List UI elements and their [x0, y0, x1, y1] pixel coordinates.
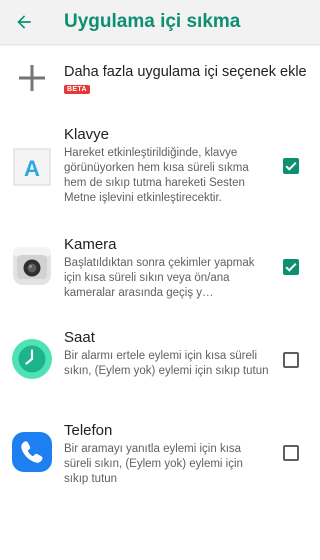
phone-app-icon	[12, 432, 52, 472]
back-button[interactable]	[8, 6, 40, 38]
arrow-left-icon	[17, 15, 31, 29]
checkbox-kamera[interactable]	[283, 259, 299, 275]
checkbox-telefon[interactable]	[283, 445, 299, 461]
app-title: Kamera	[64, 236, 117, 253]
app-title: Saat	[64, 329, 95, 346]
page-title: Uygulama içi sıkma	[64, 11, 241, 32]
add-more-options-row[interactable]: Daha fazla uygulama içi seçenek ekle BET…	[0, 54, 320, 102]
app-description: Bir aramayı yanıtla eylemi için kısa sür…	[64, 443, 243, 485]
beta-badge: BETA	[64, 85, 90, 94]
plus-icon	[19, 65, 45, 91]
check-icon	[285, 161, 297, 171]
app-item-saat[interactable]: Saat Bir alarmı ertele eylemi için kısa …	[0, 329, 320, 401]
checkbox-klavye[interactable]	[283, 158, 299, 174]
keyboard-app-icon: A	[13, 148, 51, 186]
app-item-kamera[interactable]: Kamera Başlatıldıktan sonra çekimler yap…	[0, 236, 320, 316]
app-description: Başlatıldıktan sonra çekimler yapmak içi…	[64, 257, 255, 299]
add-more-options-label: Daha fazla uygulama içi seçenek ekle	[64, 64, 307, 80]
app-bar: Uygulama içi sıkma	[0, 0, 320, 45]
check-icon	[285, 262, 297, 272]
app-item-telefon[interactable]: Telefon Bir aramayı yanıtla eylemi için …	[0, 422, 320, 494]
app-item-klavye[interactable]: A Klavye Hareket etkinleştirildiğinde, k…	[0, 126, 320, 216]
clock-app-icon	[12, 339, 52, 379]
camera-app-icon	[13, 247, 51, 285]
app-title: Telefon	[64, 422, 113, 439]
app-title: Klavye	[64, 126, 110, 143]
svg-text:A: A	[24, 156, 40, 181]
app-description: Bir alarmı ertele eylemi için kısa sürel…	[64, 350, 269, 377]
app-description: Hareket etkinleştirildiğinde, klavye gör…	[64, 147, 249, 204]
checkbox-saat[interactable]	[283, 352, 299, 368]
